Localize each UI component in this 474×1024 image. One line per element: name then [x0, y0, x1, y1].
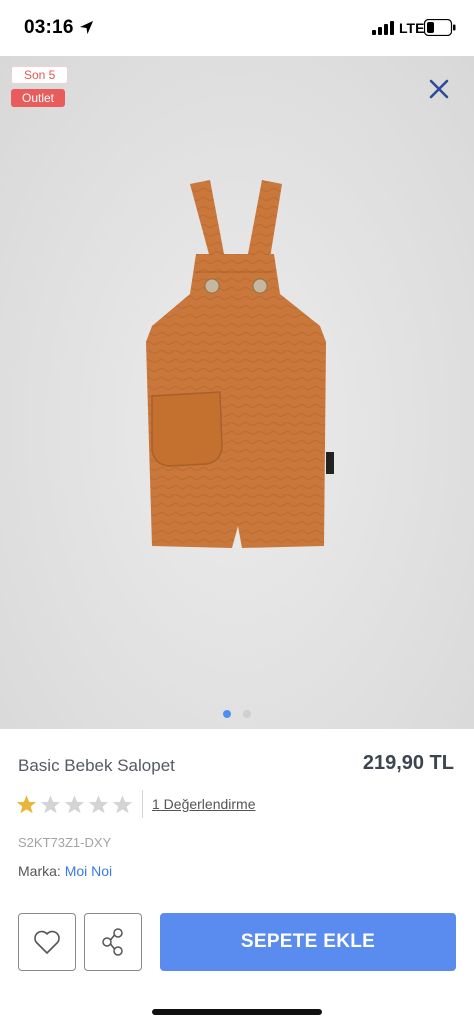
favorite-button[interactable] [18, 913, 76, 971]
close-icon[interactable] [426, 76, 452, 102]
product-sku: S2KT73Z1-DXY [18, 835, 112, 850]
carousel-dot[interactable] [243, 710, 251, 718]
brand-label: Marka: [18, 863, 61, 879]
star-empty-icon [64, 794, 85, 813]
product-photo [146, 180, 334, 548]
star-empty-icon [112, 794, 133, 813]
star-filled-icon [16, 794, 37, 813]
rating-row: 1 Değerlendirme [16, 790, 256, 818]
carousel-dots [0, 710, 474, 718]
stock-badge: Son 5 [11, 66, 69, 84]
signal-bars-icon [372, 21, 394, 35]
outlet-badge: Outlet [11, 89, 66, 107]
network-label: LTE [399, 20, 425, 36]
status-time: 03:16 [24, 17, 74, 38]
product-name: Basic Bebek Salopet [18, 756, 175, 775]
share-icon [102, 928, 123, 956]
heart-icon [34, 930, 60, 954]
status-bar: 03:16 LTE [0, 0, 474, 56]
product-price: 219,90 TL [362, 752, 454, 774]
star-empty-icon [88, 794, 109, 813]
brand-link[interactable]: Moi Noi [65, 863, 112, 879]
battery-icon [424, 19, 456, 36]
reviews-link[interactable]: 1 Değerlendirme [152, 796, 256, 812]
location-arrow-icon [79, 20, 94, 35]
star-empty-icon [40, 794, 61, 813]
share-button[interactable] [84, 913, 142, 971]
add-to-cart-button[interactable]: SEPETE EKLE [160, 913, 456, 971]
brand-row: Marka: Moi Noi [18, 863, 112, 879]
rating-divider [142, 790, 143, 818]
carousel-dot[interactable] [223, 710, 231, 718]
product-image-carousel[interactable]: Son 5 Outlet [0, 56, 474, 729]
home-indicator[interactable] [152, 1009, 322, 1015]
